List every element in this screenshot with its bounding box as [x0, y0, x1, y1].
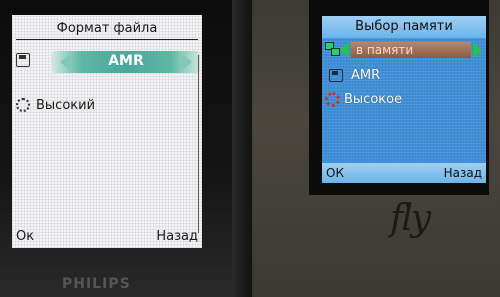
format-row[interactable]: AMR	[325, 66, 380, 84]
gear-icon	[325, 91, 340, 107]
phone-gap	[232, 0, 252, 297]
memory-icon	[325, 42, 341, 56]
format-selector[interactable]: AMR	[52, 51, 200, 73]
format-value: AMR	[108, 53, 144, 69]
softkey-bar: ОК Назад	[322, 163, 486, 183]
softkey-back[interactable]: Назад	[156, 229, 198, 244]
quality-value: Высокий	[36, 97, 96, 113]
disk-icon	[16, 53, 30, 67]
screen-title: Выбор памяти	[322, 16, 486, 38]
disk-icon	[329, 68, 343, 82]
quality-row[interactable]: Высокое	[325, 90, 402, 108]
fly-logo: fly	[390, 198, 431, 239]
quality-row[interactable]: Высокий	[16, 95, 95, 115]
philips-screen: Формат файла AMR Высокий Ок Назад	[12, 15, 202, 248]
memory-selector[interactable]: в памяти	[340, 41, 482, 59]
arrow-right-icon[interactable]	[182, 54, 192, 70]
philips-logo: PHILIPS	[62, 276, 131, 292]
fly-screen: Выбор памяти в памяти AMR Высокое ОК Наз…	[322, 16, 486, 183]
softkey-back[interactable]: Назад	[444, 166, 482, 180]
softkey-ok[interactable]: Ок	[16, 229, 34, 244]
arrow-right-icon[interactable]	[473, 42, 482, 58]
format-value: AMR	[351, 67, 381, 83]
scrollbar	[198, 55, 199, 233]
arrow-left-icon[interactable]	[340, 42, 349, 58]
quality-value: Высокое	[344, 91, 403, 107]
gear-icon	[16, 98, 30, 112]
title-divider	[16, 39, 198, 40]
memory-value: в памяти	[356, 43, 414, 57]
screen-title: Формат файла	[56, 21, 158, 36]
softkey-ok[interactable]: ОК	[326, 166, 344, 180]
softkey-bar: Ок Назад	[12, 226, 202, 248]
